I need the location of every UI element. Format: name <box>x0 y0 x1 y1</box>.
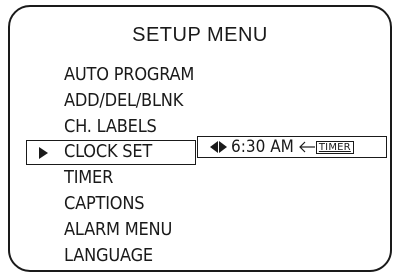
menu-item-label: TIMER <box>64 167 114 188</box>
clock-value: 6:30 AM <box>231 137 294 157</box>
menu-item-label: CLOCK SET <box>64 141 153 162</box>
selection-pointer-icon <box>39 147 48 159</box>
timer-key-label: TIMER <box>315 140 354 154</box>
menu-item-ch-labels[interactable]: CH. LABELS <box>27 114 196 140</box>
setup-menu-list: AUTO PROGRAM ADD/DEL/BLNK CH. LABELS CLO… <box>26 62 196 269</box>
right-triangle-icon <box>219 141 227 153</box>
left-arrow-icon <box>299 141 315 153</box>
menu-title: SETUP MENU <box>132 24 268 46</box>
menu-item-alarm-menu[interactable]: ALARM MENU <box>27 217 196 243</box>
menu-item-timer[interactable]: TIMER <box>27 165 196 191</box>
menu-item-add-del-blnk[interactable]: ADD/DEL/BLNK <box>27 88 196 114</box>
menu-item-label: ALARM MENU <box>64 219 173 240</box>
menu-item-clock-set[interactable]: CLOCK SET <box>26 140 196 165</box>
left-triangle-icon <box>210 141 218 153</box>
menu-item-label: CH. LABELS <box>64 116 157 137</box>
clock-set-option-box[interactable]: 6:30 AM TIMER <box>197 136 387 158</box>
menu-item-language[interactable]: LANGUAGE <box>27 243 196 269</box>
left-right-adjust-icon[interactable] <box>210 141 227 153</box>
menu-item-label: AUTO PROGRAM <box>64 64 195 85</box>
menu-item-label: CAPTIONS <box>64 193 145 214</box>
menu-item-auto-program[interactable]: AUTO PROGRAM <box>27 62 196 88</box>
menu-item-label: LANGUAGE <box>64 245 153 266</box>
menu-item-label: ADD/DEL/BLNK <box>64 90 184 111</box>
menu-item-captions[interactable]: CAPTIONS <box>27 191 196 217</box>
